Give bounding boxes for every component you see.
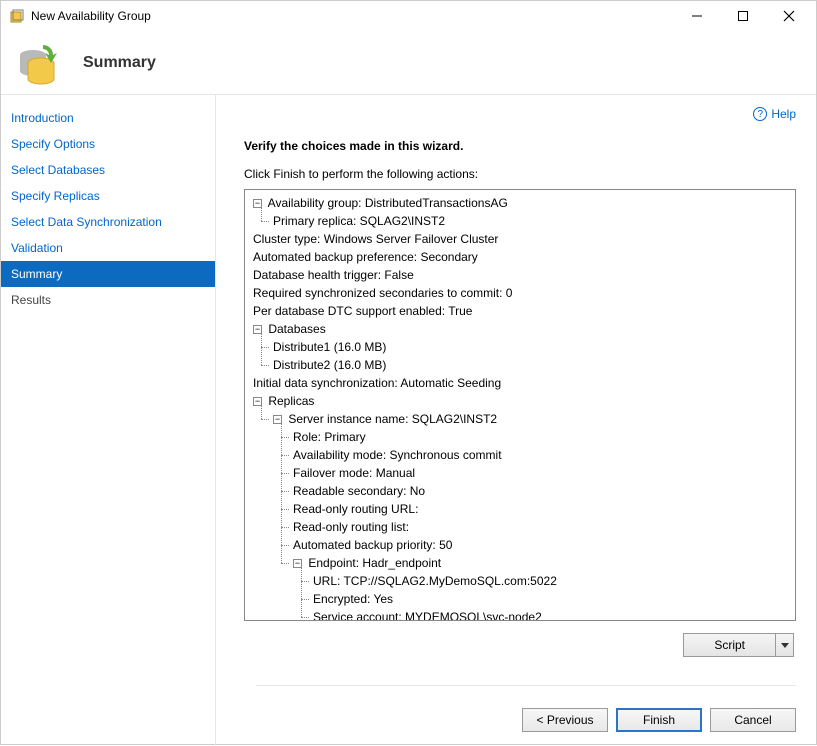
tree-node: Databases [268,322,325,336]
help-label: Help [771,107,796,121]
sidebar-item-results[interactable]: Results [1,287,215,313]
tree-node: Distribute1 (16.0 MB) [273,340,386,354]
tree-node: Automated backup priority: 50 [293,538,452,552]
tree-node: Read-only routing list: [293,520,409,534]
footer-separator [256,685,796,686]
cancel-button[interactable]: Cancel [710,708,796,732]
sidebar-item-summary[interactable]: Summary [1,261,215,287]
minimize-button[interactable] [674,1,720,31]
tree-node: Service account: MYDEMOSQL\svc-node2 [313,610,542,621]
help-icon: ? [753,107,767,121]
tree-node: Readable secondary: No [293,484,425,498]
window-controls [674,1,812,31]
window-title: New Availability Group [31,9,674,23]
tree-node: Availability mode: Synchronous commit [293,448,502,462]
tree-node: URL: TCP://SQLAG2.MyDemoSQL.com:5022 [313,574,557,588]
tree-node: Endpoint: Hadr_endpoint [308,556,441,570]
tree-node: Required synchronized secondaries to com… [253,286,512,300]
tree-node: Role: Primary [293,430,366,444]
script-dropdown-icon[interactable] [775,634,793,656]
summary-heading: Verify the choices made in this wizard. [244,139,796,153]
wizard-header: Summary [1,31,816,95]
sidebar-item-specify-replicas[interactable]: Specify Replicas [1,183,215,209]
sidebar-item-validation[interactable]: Validation [1,235,215,261]
tree-node: Server instance name: SQLAG2\INST2 [288,412,497,426]
tree-node: Initial data synchronization: Automatic … [253,376,501,390]
tree-node: Per database DTC support enabled: True [253,304,472,318]
page-title: Summary [83,54,156,72]
sidebar-item-specify-options[interactable]: Specify Options [1,131,215,157]
maximize-button[interactable] [720,1,766,31]
previous-button[interactable]: < Previous [522,708,608,732]
tree-node: Replicas [268,394,314,408]
help-link[interactable]: ? Help [753,107,796,121]
close-button[interactable] [766,1,812,31]
sidebar-item-select-data-sync[interactable]: Select Data Synchronization [1,209,215,235]
script-button-label: Script [684,634,775,656]
sidebar-item-introduction[interactable]: Introduction [1,105,215,131]
tree-node: Primary replica: SQLAG2\INST2 [273,214,445,228]
tree-node: Encrypted: Yes [313,592,393,606]
sidebar-item-select-databases[interactable]: Select Databases [1,157,215,183]
tree-node: Availability group: DistributedTransacti… [268,196,508,210]
titlebar: New Availability Group [1,1,816,31]
wizard-footer: < Previous Finish Cancel [522,708,796,732]
tree-node: Distribute2 (16.0 MB) [273,358,386,372]
tree-node: Cluster type: Windows Server Failover Cl… [253,232,498,246]
tree-node: Read-only routing URL: [293,502,418,516]
summary-tree[interactable]: − Availability group: DistributedTransac… [244,189,796,621]
app-icon [9,8,25,24]
wizard-sidebar: Introduction Specify Options Select Data… [1,95,216,746]
tree-node: Database health trigger: False [253,268,414,282]
script-button[interactable]: Script [683,633,794,657]
finish-button[interactable]: Finish [616,708,702,732]
tree-node: Automated backup preference: Secondary [253,250,478,264]
main-panel: ? Help Verify the choices made in this w… [216,95,816,746]
database-icon [15,39,63,87]
summary-subheading: Click Finish to perform the following ac… [244,167,796,181]
tree-node: Failover mode: Manual [293,466,415,480]
